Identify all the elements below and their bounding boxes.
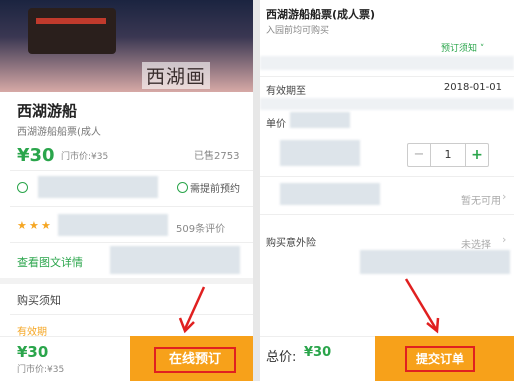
order-screen: 西湖游船船票(成人票) 入园前均可购买 预订须知 ˅ 有效期至 2018-01-… xyxy=(260,0,514,381)
panel-divider xyxy=(253,0,260,381)
product-detail-screen: 西湖画 西湖游船 西湖游船船票(成人 ¥30 门市价:¥35 已售2753 需提… xyxy=(0,0,253,381)
annotation-arrow xyxy=(178,286,206,334)
annotation-arrow xyxy=(404,278,440,334)
